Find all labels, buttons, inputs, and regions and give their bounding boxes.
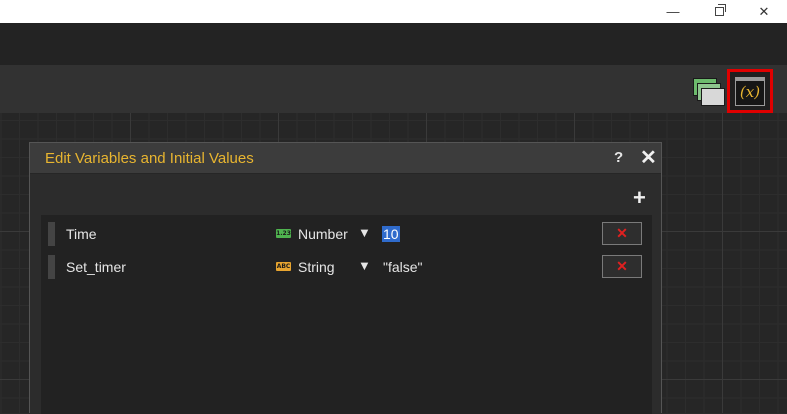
restore-button[interactable] (696, 0, 742, 23)
variables-icon-bar (736, 78, 764, 81)
close-icon: ✕ (758, 3, 770, 19)
variables-icon-label: (x) (739, 83, 761, 101)
toolbar: (x) (0, 65, 787, 113)
variable-name[interactable]: Set_timer (66, 259, 126, 275)
close-window-button[interactable]: ✕ (741, 0, 787, 23)
minimize-icon: — (666, 4, 680, 19)
dialog-close-button[interactable]: ✕ (640, 145, 657, 170)
row-drag-handle[interactable] (48, 222, 55, 246)
minimize-button[interactable]: — (650, 0, 696, 23)
row-drag-handle[interactable] (48, 255, 55, 279)
number-type-icon: 1.23 (276, 229, 291, 238)
layers-icon[interactable] (693, 78, 725, 106)
variable-name[interactable]: Time (66, 226, 97, 242)
delete-variable-button[interactable]: ✕ (602, 222, 642, 245)
edit-variables-dialog: Edit Variables and Initial Values ? ✕ + … (29, 142, 662, 414)
type-dropdown-icon[interactable]: ▼ (358, 225, 371, 240)
variables-icon: (x) (735, 77, 765, 106)
variable-value-input[interactable]: 10 (382, 226, 400, 242)
variable-row: Set_timer ABC String ▼ "false" ✕ (48, 255, 648, 281)
dialog-title: Edit Variables and Initial Values (45, 150, 254, 167)
type-dropdown-icon[interactable]: ▼ (358, 258, 371, 273)
variable-value-input[interactable]: "false" (383, 259, 423, 275)
delete-variable-button[interactable]: ✕ (602, 255, 642, 278)
layer-shape (701, 88, 725, 106)
delete-icon: ✕ (616, 225, 628, 241)
delete-icon: ✕ (616, 258, 628, 274)
add-variable-button[interactable]: + (633, 185, 646, 211)
app-header (0, 23, 787, 65)
variable-row: Time 1.23 Number ▼ 10 ✕ (48, 222, 648, 248)
restore-icon (714, 4, 726, 16)
variable-type[interactable]: Number (298, 226, 348, 242)
window-titlebar: — ✕ (0, 0, 787, 23)
dialog-titlebar[interactable]: Edit Variables and Initial Values ? ✕ (30, 143, 661, 174)
help-button[interactable]: ? (614, 149, 623, 166)
variable-type[interactable]: String (298, 259, 335, 275)
variables-button[interactable]: (x) (727, 69, 773, 113)
string-type-icon: ABC (276, 262, 291, 271)
variables-list: Time 1.23 Number ▼ 10 ✕ Set_timer ABC St… (41, 215, 652, 414)
